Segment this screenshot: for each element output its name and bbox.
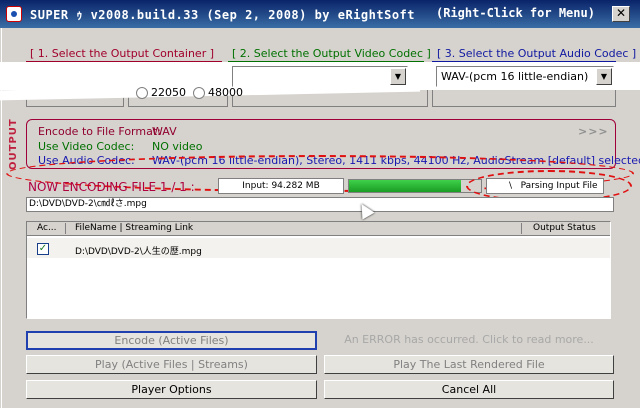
output-format-row: Encode to File Format:WAV [38, 125, 177, 138]
column-active[interactable]: Ac... [37, 223, 57, 233]
chevron-down-icon[interactable]: ▼ [390, 68, 406, 85]
video-key: Use Video Codec: [38, 140, 135, 153]
encoding-progress-bar [348, 179, 482, 193]
cancel-all-button[interactable]: Cancel All [324, 380, 614, 399]
title-bar[interactable]: SUPER ｩ v2008.build.33 (Sep 2, 2008) by … [0, 0, 640, 28]
close-icon[interactable]: ✕ [612, 6, 630, 22]
window-title: SUPER ｩ v2008.build.33 (Sep 2, 2008) by … [30, 8, 416, 22]
column-output-status[interactable]: Output Status [533, 223, 596, 233]
audio-codec-select[interactable]: WAV-(pcm 16 little-endian) ▼ [436, 66, 614, 87]
output-audio-codec-label: [ 3. Select the Output Audio Codec ] [437, 47, 637, 60]
error-message-button[interactable]: An ERROR has occurred. Click to read mor… [324, 331, 614, 350]
column-filename[interactable]: FileName | Streaming Link [75, 223, 193, 233]
play-last-rendered-button[interactable]: Play The Last Rendered File [324, 355, 614, 374]
current-file-path: D:\DVD\DVD-2\㎝㎗さ.mpg [26, 197, 614, 212]
sample-rate-22050-label: 22050 [151, 86, 186, 99]
input-size-box: Input: 94.282 MB [218, 178, 344, 194]
audio-codec-value: WAV-(pcm 16 little-endian) [441, 70, 589, 83]
output-side-label: OUTPUT [8, 118, 19, 170]
table-row[interactable]: ✓ D:\DVD\DVD-2\人生の歴.mpg [27, 238, 610, 258]
output-video-row: Use Video Codec: NO video [38, 140, 202, 153]
output-video-codec-label: [ 2. Select the Output Video Codec ] [232, 47, 431, 60]
encoding-status-label: NOW ENCODING FILE 1 / 1 : [28, 180, 195, 194]
expand-arrows[interactable]: >>> [578, 125, 609, 138]
player-options-button[interactable]: Player Options [26, 380, 317, 399]
file-list[interactable]: Ac... FileName | Streaming Link Output S… [26, 221, 611, 319]
play-active-files-button[interactable]: Play (Active Files | Streams) [26, 355, 317, 374]
column-separator [521, 223, 522, 234]
app-icon[interactable] [6, 6, 22, 22]
sample-rate-48000-radio[interactable]: 48000 [193, 86, 243, 99]
video-codec-select[interactable]: ▼ [232, 66, 408, 87]
active-checkbox[interactable]: ✓ [37, 243, 49, 255]
radio-icon[interactable] [193, 86, 205, 99]
radio-icon[interactable] [136, 86, 148, 99]
format-value: WAV [152, 125, 177, 138]
encode-button[interactable]: Encode (Active Files) [26, 331, 317, 350]
format-key: Encode to File Format: [38, 125, 161, 138]
video-value: NO video [152, 140, 203, 153]
sample-rate-22050-radio[interactable]: 22050 [136, 86, 186, 99]
chevron-down-icon[interactable]: ▼ [596, 68, 612, 85]
progress-fill [349, 180, 462, 192]
row-filename: D:\DVD\DVD-2\人生の歴.mpg [75, 247, 202, 257]
column-separator [65, 223, 66, 234]
menu-hint: (Right-Click for Menu) [436, 6, 595, 20]
file-list-header: Ac... FileName | Streaming Link Output S… [27, 222, 610, 236]
sample-rate-48000-label: 48000 [208, 86, 243, 99]
output-container-label: [ 1. Select the Output Container ] [30, 47, 215, 60]
